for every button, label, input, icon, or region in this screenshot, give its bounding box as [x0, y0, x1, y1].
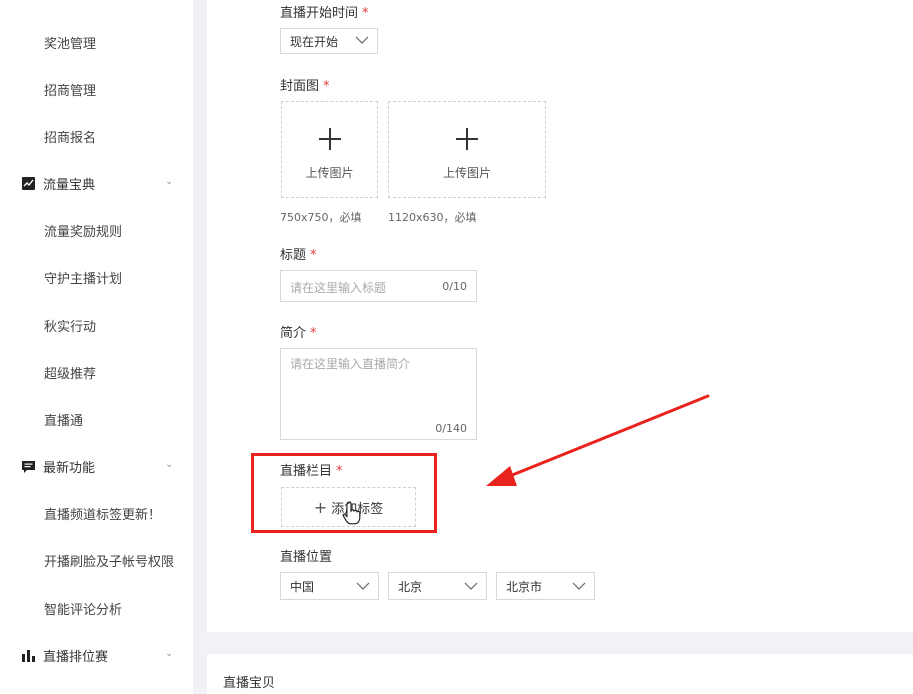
sidebar-group-live-ranking[interactable]: 直播排位赛 — [22, 646, 108, 665]
required-mark: * — [323, 79, 330, 94]
chevron-down-icon — [464, 582, 478, 590]
select-value: 中国 — [290, 579, 315, 594]
chevron-down-icon[interactable]: ⌄ — [165, 176, 173, 187]
chevron-down-icon — [572, 582, 586, 590]
live-location-label: 直播位置 — [280, 546, 332, 565]
chevron-down-icon[interactable]: ⌄ — [165, 459, 173, 470]
title-input[interactable]: 请在这里输入标题 0/10 — [280, 270, 477, 302]
chevron-down-icon — [355, 36, 369, 44]
sidebar-item-merchant-signup[interactable]: 招商报名 — [44, 127, 96, 146]
sidebar-group-label: 流量宝典 — [43, 178, 96, 193]
main-form-panel — [207, 0, 913, 632]
intro-placeholder: 请在这里输入直播简介 — [290, 357, 411, 371]
upload-text: 上传图片 — [305, 166, 354, 180]
sidebar-divider — [193, 0, 207, 694]
sidebar-group-new-features[interactable]: 最新功能 — [22, 457, 95, 476]
title-placeholder: 请在这里输入标题 — [290, 281, 387, 295]
sidebar-group-traffic-guide[interactable]: 流量宝典 — [22, 174, 95, 193]
plus-icon — [318, 128, 341, 150]
upload-text: 上传图片 — [442, 166, 491, 180]
cover-hint-wide: 1120x630，必填 — [388, 211, 477, 224]
province-select[interactable]: 北京 — [388, 572, 487, 600]
bar-chart-icon — [22, 649, 35, 662]
sidebar-group-label: 直播排位赛 — [43, 650, 109, 665]
required-mark: * — [310, 326, 317, 341]
sidebar-item-traffic-reward-rules[interactable]: 流量奖励规则 — [44, 221, 122, 240]
sidebar-item-super-recommend[interactable]: 超级推荐 — [44, 363, 96, 382]
select-value: 北京市 — [506, 579, 543, 594]
start-time-select[interactable]: 现在开始 — [280, 28, 378, 54]
plus-icon — [456, 128, 478, 150]
cover-hint-square: 750x750，必填 — [280, 211, 362, 224]
sidebar-item-channel-tag-update[interactable]: 直播频道标签更新！ — [44, 504, 161, 523]
label-text: 简介 — [280, 326, 307, 341]
city-select[interactable]: 北京市 — [496, 572, 595, 600]
intro-char-count: 0/140 — [435, 422, 467, 435]
required-mark: * — [362, 6, 369, 21]
sidebar-item-smart-comment-analysis[interactable]: 智能评论分析 — [44, 599, 122, 618]
cover-label: 封面图 * — [280, 75, 330, 94]
sidebar-item-merchant-management[interactable]: 招商管理 — [44, 80, 96, 99]
required-mark: * — [310, 248, 317, 263]
section-gap — [207, 632, 913, 654]
sidebar-item-prize-pool[interactable]: 奖池管理 — [44, 33, 96, 52]
cover-upload-square[interactable]: 上传图片 — [281, 101, 378, 198]
chevron-down-icon[interactable]: ⌄ — [165, 648, 173, 659]
title-label: 标题 * — [280, 244, 317, 263]
label-text: 直播位置 — [280, 550, 333, 565]
sidebar-item-guardian-plan[interactable]: 守护主播计划 — [44, 268, 122, 287]
hand-cursor-icon — [342, 501, 361, 525]
sidebar: 奖池管理 招商管理 招商报名 流量宝典 ⌄ 流量奖励规则 守护主播计划 秋实行动… — [0, 0, 193, 694]
label-text: 直播开始时间 — [280, 6, 359, 21]
trend-chart-icon — [22, 177, 35, 190]
sidebar-item-live-pass[interactable]: 直播通 — [44, 410, 83, 429]
label-text: 标题 — [280, 248, 307, 263]
intro-label: 简介 * — [280, 322, 317, 341]
title-char-count: 0/10 — [442, 280, 467, 293]
section-title: 直播宝贝 — [223, 676, 276, 691]
start-time-label: 直播开始时间 * — [280, 2, 369, 21]
chevron-down-icon — [356, 582, 370, 590]
sidebar-group-label: 最新功能 — [43, 461, 96, 476]
sidebar-item-autumn-action[interactable]: 秋实行动 — [44, 316, 96, 335]
intro-textarea[interactable]: 请在这里输入直播简介 0/140 — [280, 348, 477, 440]
live-products-section: 直播宝贝 — [207, 654, 913, 694]
select-value: 北京 — [398, 579, 423, 594]
country-select[interactable]: 中国 — [280, 572, 379, 600]
message-icon — [22, 460, 35, 473]
sidebar-item-face-verify-permissions[interactable]: 开播刷脸及子帐号权限 — [44, 551, 174, 570]
select-value: 现在开始 — [290, 34, 339, 49]
cover-upload-wide[interactable]: 上传图片 — [388, 101, 546, 198]
label-text: 封面图 — [280, 79, 320, 94]
